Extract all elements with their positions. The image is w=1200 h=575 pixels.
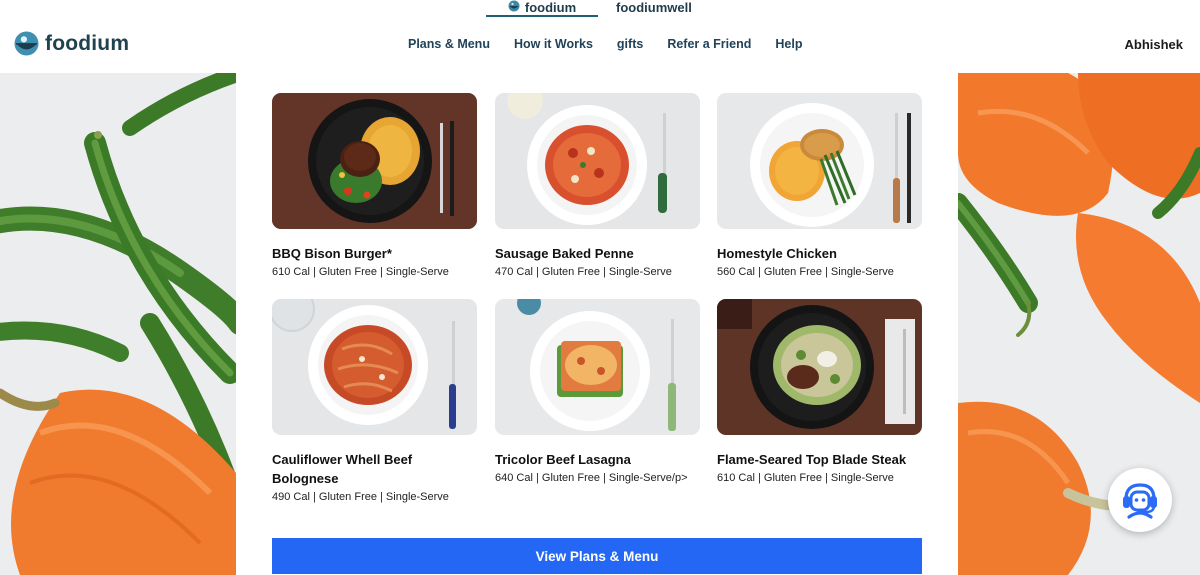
nav-how-it-works[interactable]: How it Works <box>514 37 593 51</box>
meal-meta: 560 Cal | Gluten Free | Single-Serve <box>717 266 894 278</box>
meal-name[interactable]: Sausage Baked Penne <box>495 244 700 263</box>
meal-image[interactable] <box>272 299 477 435</box>
main-nav: Plans & Menu How it Works gifts Refer a … <box>408 37 802 51</box>
meal-meta: 490 Cal | Gluten Free | Single-Serve <box>272 491 449 503</box>
plate-bowl-icon <box>508 0 520 12</box>
nav-refer-a-friend[interactable]: Refer a Friend <box>667 37 751 51</box>
user-account-menu[interactable]: Abhishek <box>1124 37 1183 52</box>
meal-name[interactable]: Flame-Seared Top Blade Steak <box>717 450 922 469</box>
nav-plans-menu[interactable]: Plans & Menu <box>408 37 490 51</box>
meal-name[interactable]: Tricolor Beef Lasagna <box>495 450 700 469</box>
meal-image[interactable] <box>717 299 922 435</box>
headset-agent-icon <box>1123 483 1157 519</box>
meal-name[interactable]: BBQ Bison Burger* <box>272 244 477 263</box>
brand-tab-label: foodiumwell <box>616 0 692 15</box>
site-header: foodium Plans & Menu How it Works gifts … <box>0 17 1200 73</box>
meal-meta: 610 Cal | Gluten Free | Single-Serve <box>717 472 894 484</box>
meal-image[interactable] <box>272 93 477 229</box>
meal-meta: 610 Cal | Gluten Free | Single-Serve <box>272 266 449 278</box>
meal-card[interactable]: Cauliflower Whell Beef Bolognese 490 Cal… <box>272 299 477 503</box>
meal-card[interactable]: BBQ Bison Burger* 610 Cal | Gluten Free … <box>272 93 477 278</box>
meal-image[interactable] <box>495 93 700 229</box>
nav-help[interactable]: Help <box>775 37 802 51</box>
left-vegetable-image <box>0 73 236 575</box>
site-logo[interactable]: foodium <box>14 31 129 56</box>
brand-tab-foodium[interactable]: foodium <box>486 0 598 17</box>
nav-gifts[interactable]: gifts <box>617 37 643 51</box>
brand-switcher: foodium foodiumwell <box>486 0 696 17</box>
brand-tab-label: foodium <box>524 0 577 15</box>
meal-meta: 640 Cal | Gluten Free | Single-Serve/p> <box>495 472 688 484</box>
meal-card[interactable]: Flame-Seared Top Blade Steak 610 Cal | G… <box>717 299 922 484</box>
brand-tab-foodiumwell[interactable]: foodiumwell <box>612 0 696 17</box>
view-plans-menu-button[interactable]: View Plans & Menu <box>272 538 922 574</box>
meal-name[interactable]: Homestyle Chicken <box>717 244 922 263</box>
meal-meta: 470 Cal | Gluten Free | Single-Serve <box>495 266 672 278</box>
meal-image[interactable] <box>495 299 700 435</box>
logo-text: foodium <box>45 31 130 55</box>
support-chat-button[interactable] <box>1108 468 1172 532</box>
meal-card[interactable]: Homestyle Chicken 560 Cal | Gluten Free … <box>717 93 922 278</box>
meal-card[interactable]: Sausage Baked Penne 470 Cal | Gluten Fre… <box>495 93 700 278</box>
meal-name[interactable]: Cauliflower Whell Beef Bolognese <box>272 450 477 488</box>
meal-card[interactable]: Tricolor Beef Lasagna 640 Cal | Gluten F… <box>495 299 700 484</box>
meal-image[interactable] <box>717 93 922 229</box>
plate-bowl-icon <box>14 31 39 56</box>
